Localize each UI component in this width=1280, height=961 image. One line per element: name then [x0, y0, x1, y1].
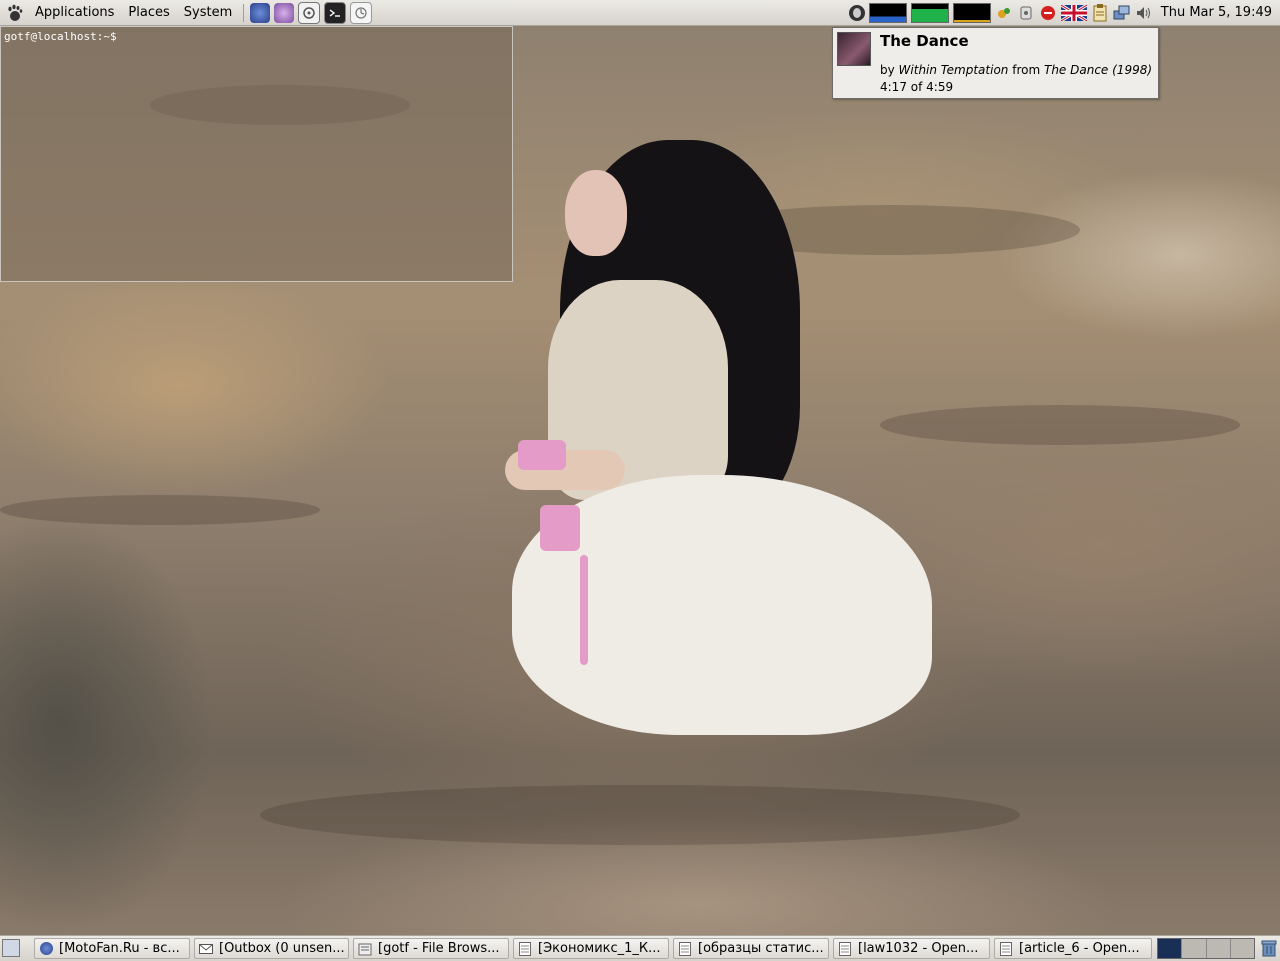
ribbon	[518, 440, 566, 470]
clock[interactable]: Thu Mar 5, 19:49	[1155, 5, 1280, 20]
album-art	[837, 32, 871, 66]
moon-icon[interactable]	[848, 4, 865, 21]
from-label: from	[1012, 63, 1041, 77]
now-playing-notification[interactable]: The Dance by Within Temptation from The …	[832, 27, 1159, 99]
terminal-window[interactable]: gotf@localhost:~$	[0, 26, 513, 282]
ssh-icon[interactable]	[1017, 4, 1035, 22]
workspace-3[interactable]	[1206, 939, 1231, 958]
workspace-1[interactable]	[1158, 939, 1183, 958]
taskbar-item[interactable]: [Outbox (0 unsen...	[194, 938, 349, 959]
mail-icon	[198, 941, 214, 957]
menu-system[interactable]: System	[177, 0, 239, 25]
terminal-icon[interactable]	[324, 1, 347, 24]
taskbar-item-label: [MotoFan.Ru - вс...	[59, 941, 180, 956]
document-icon	[998, 941, 1014, 957]
stop-icon[interactable]	[1039, 4, 1057, 22]
trash-icon[interactable]	[1259, 938, 1279, 958]
document-icon	[837, 941, 853, 957]
firefox-icon[interactable]	[250, 2, 271, 23]
taskbar-item-label: [Outbox (0 unsen...	[219, 941, 345, 956]
taskbar-item-label: [Экономикс_1_К...	[538, 941, 661, 956]
taskbar-item[interactable]: [article_6 - Open...	[994, 938, 1152, 959]
figure-face	[565, 170, 627, 256]
taskbar-item[interactable]: [gotf - File Brows...	[353, 938, 509, 959]
ribbon	[540, 505, 580, 551]
rhythmbox-icon[interactable]	[298, 1, 321, 24]
taskbar-item[interactable]: [law1032 - Open...	[833, 938, 990, 959]
cpu-monitor[interactable]	[868, 2, 907, 23]
album-name: The Dance (1998)	[1044, 63, 1153, 77]
ribbon	[580, 555, 588, 665]
rock-shadow	[0, 495, 320, 525]
document-icon	[517, 941, 533, 957]
gnome-foot-icon[interactable]	[6, 4, 24, 22]
terminal-prompt: gotf@localhost:~$	[4, 30, 117, 43]
track-info: by Within Temptation from The Dance (199…	[880, 63, 1152, 77]
folder-icon	[357, 941, 373, 957]
top-panel: Applications Places System Thu Mar 5, 19…	[0, 0, 1280, 26]
menu-applications[interactable]: Applications	[28, 0, 121, 25]
volume-icon[interactable]	[1135, 4, 1153, 22]
document-icon	[677, 941, 693, 957]
taskbar-item-label: [law1032 - Open...	[858, 941, 979, 956]
panel-separator	[243, 3, 245, 22]
workspace-4[interactable]	[1230, 939, 1254, 958]
firefox-icon	[38, 941, 54, 957]
rock-shadow	[880, 405, 1240, 445]
taskbar-item[interactable]: [Экономикс_1_К...	[513, 938, 669, 959]
artist-name: Within Temptation	[898, 63, 1009, 77]
taskbar-item[interactable]: [MotoFan.Ru - вс...	[34, 938, 190, 959]
desktop-switch-icon[interactable]	[1113, 4, 1131, 22]
taskbar-item-label: [gotf - File Brows...	[378, 941, 500, 956]
track-title: The Dance	[880, 32, 969, 50]
network-icon[interactable]	[995, 4, 1013, 22]
taskbar-item[interactable]: [образцы статис...	[673, 938, 829, 959]
memory-monitor[interactable]	[910, 2, 949, 23]
workspace-switcher[interactable]	[1157, 938, 1255, 959]
menu-places[interactable]: Places	[121, 0, 176, 25]
uk-flag-icon[interactable]	[1060, 4, 1087, 22]
workspace-2[interactable]	[1182, 939, 1207, 958]
system-tray: Thu Mar 5, 19:49	[847, 0, 1280, 25]
by-label: by	[880, 63, 895, 77]
bottom-panel: [MotoFan.Ru - вс... [Outbox (0 unsen... …	[0, 935, 1280, 961]
clipboard-icon[interactable]	[1091, 3, 1109, 22]
taskbar-item-label: [article_6 - Open...	[1019, 941, 1140, 956]
taskbar-item-label: [образцы статис...	[698, 941, 824, 956]
evolution-icon[interactable]	[350, 1, 373, 24]
show-desktop-button[interactable]	[2, 939, 20, 957]
rock-shadow	[260, 785, 1020, 845]
pidgin-icon[interactable]	[274, 2, 295, 23]
track-progress: 4:17 of 4:59	[880, 80, 954, 94]
network-monitor[interactable]	[952, 2, 991, 23]
